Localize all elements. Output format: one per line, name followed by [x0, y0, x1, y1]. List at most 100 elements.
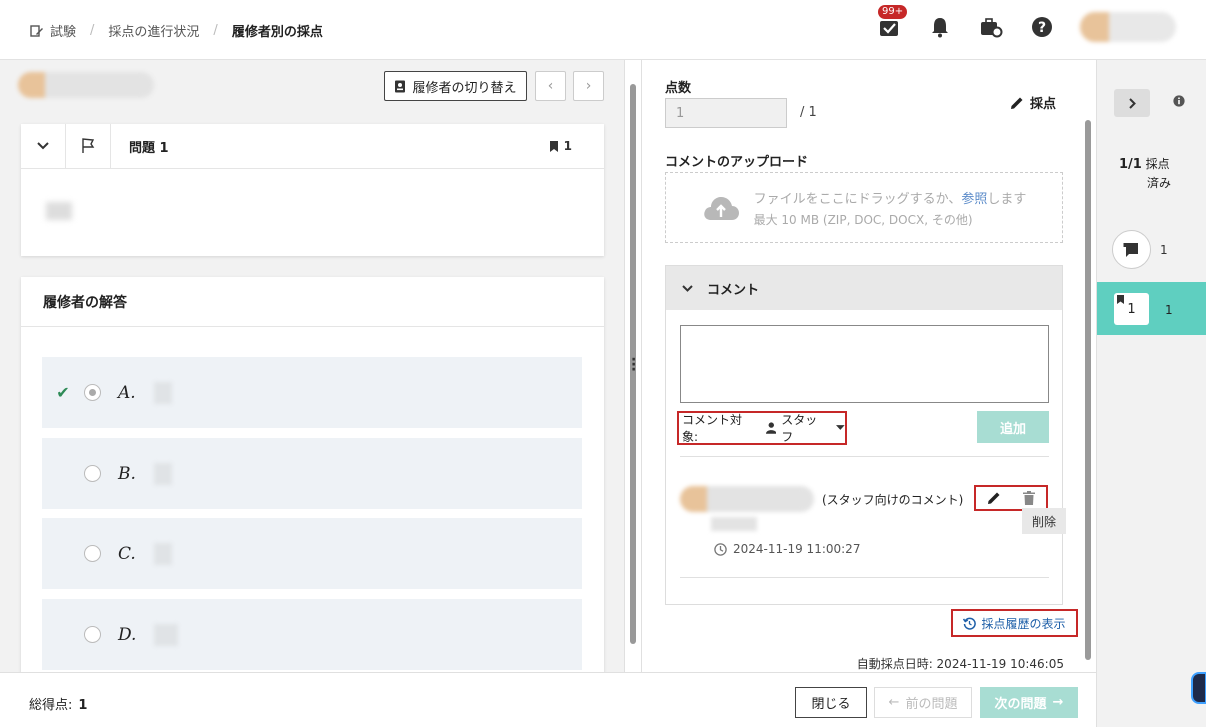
option-radio	[84, 545, 101, 562]
answer-option-b: B.	[42, 438, 582, 509]
answer-option-c: C.	[42, 518, 582, 589]
comments-count: 1	[1160, 243, 1168, 257]
option-text	[153, 542, 172, 565]
question-tile-count: 1	[1165, 303, 1173, 317]
grading-history-link[interactable]: 採点履歴の表示	[951, 609, 1078, 637]
previous-question-button[interactable]: ← 前の問題	[874, 687, 972, 718]
student-avatar	[18, 72, 154, 98]
collapse-question-button[interactable]	[21, 123, 66, 169]
footer-bar: 総得点: 1 閉じる ← 前の問題 次の問題 →	[0, 672, 1096, 727]
file-dropzone[interactable]: ファイルをここにドラッグするか、参照します 最大 10 MB (ZIP, DOC…	[665, 172, 1063, 243]
switch-student-button[interactable]: 履修者の切り替え	[384, 71, 527, 101]
history-icon	[963, 617, 977, 630]
chevron-left-icon: ‹	[547, 78, 554, 94]
bell-icon	[932, 18, 948, 38]
breadcrumb-current: 履修者別の採点	[231, 25, 323, 40]
floating-assistant-button[interactable]	[1191, 672, 1206, 704]
comment-body	[711, 517, 757, 531]
bookmark-icon	[549, 140, 558, 152]
svg-text:?: ?	[1038, 20, 1046, 36]
resize-handle-icon[interactable]: · · ·	[631, 353, 636, 377]
chevron-right-icon: ›	[585, 78, 592, 94]
help-button[interactable]: ?	[1029, 14, 1055, 40]
comment-audience-note: (スタッフ向けのコメント)	[822, 493, 964, 507]
breadcrumb-progress[interactable]: 採点の進行状況	[108, 21, 199, 40]
breadcrumb: 試験 / 採点の進行状況 / 履修者別の採点	[30, 21, 323, 40]
correct-check-icon: ✔	[56, 383, 70, 402]
next-question-button[interactable]: 次の問題 →	[980, 687, 1078, 718]
exam-edit-icon	[30, 24, 43, 37]
expand-navigator-button[interactable]	[1114, 89, 1150, 117]
bookmark-icon	[1117, 295, 1124, 304]
option-text	[153, 462, 172, 485]
chevron-down-icon	[682, 284, 693, 292]
arrow-right-icon: →	[1052, 695, 1064, 710]
checkbox-tray-icon	[880, 21, 898, 36]
option-radio	[84, 465, 101, 482]
comment-panel-header[interactable]: コメント	[666, 266, 1062, 310]
arrow-left-icon: ←	[888, 695, 900, 710]
top-header: 試験 / 採点の進行状況 / 履修者別の採点 99+ ?	[0, 0, 1206, 60]
pencil-icon	[1011, 97, 1023, 109]
toolbox-button[interactable]	[978, 14, 1004, 40]
divider	[680, 456, 1049, 457]
flag-question-button[interactable]	[66, 123, 111, 169]
delete-tooltip: 削除	[1022, 508, 1066, 534]
comment-scroll-icon	[1123, 242, 1138, 257]
question-navigator: 1/1 採点 済み 1 1 1	[1096, 60, 1206, 727]
commenter-avatar	[680, 486, 814, 512]
graded-count: 1/1 採点 済み	[1119, 157, 1172, 190]
question-card: 問題 1 1	[21, 123, 604, 256]
middle-scrollbar[interactable]	[1085, 120, 1091, 660]
auto-grade-time: 自動採点日時: 2024-11-19 10:46:05	[856, 657, 1064, 671]
upload-hint: 最大 10 MB (ZIP, DOC, DOCX, その他)	[753, 212, 973, 227]
answer-card-title: 履修者の解答	[21, 277, 604, 327]
answer-option-a: ✔ A.	[42, 357, 582, 428]
caret-down-icon	[836, 425, 845, 430]
notifications-button[interactable]	[927, 14, 953, 40]
chevron-right-icon	[1128, 97, 1136, 109]
chevron-down-icon	[37, 142, 49, 150]
comment-textarea[interactable]	[680, 325, 1049, 403]
briefcase-gear-icon	[981, 18, 1003, 38]
staff-person-icon	[765, 422, 777, 434]
cloud-upload-icon	[703, 196, 739, 220]
trash-icon[interactable]	[1023, 491, 1035, 505]
help-icon: ?	[1032, 17, 1052, 37]
comment-timestamp: 2024-11-19 11:00:27	[714, 542, 860, 556]
question-panel: 履修者の切り替え ‹ › 問題 1 1 履修者の解答 ✔ A. B. C. D.	[0, 60, 624, 672]
question-body	[46, 202, 72, 220]
close-button[interactable]: 閉じる	[795, 687, 867, 718]
total-score: 総得点: 1	[29, 698, 88, 713]
score-input[interactable]: 1	[665, 98, 787, 128]
upload-label: コメントのアップロード	[665, 155, 809, 170]
browse-link[interactable]: 参照	[961, 192, 987, 207]
user-avatar[interactable]	[1080, 12, 1176, 42]
previous-student-button[interactable]: ‹	[535, 71, 566, 101]
task-inbox-button[interactable]: 99+	[876, 5, 908, 40]
answer-card: 履修者の解答 ✔ A. B. C. D.	[21, 277, 604, 672]
clock-icon	[714, 542, 727, 556]
comment-target-select[interactable]: コメント対象: スタッフ	[677, 411, 847, 445]
option-text	[154, 623, 179, 646]
grade-button[interactable]: 採点	[1010, 93, 1056, 112]
edit-pencil-icon[interactable]	[987, 491, 1001, 505]
info-icon[interactable]	[1173, 95, 1185, 107]
answer-option-d: D.	[42, 599, 582, 670]
notification-badge: 99+	[878, 5, 908, 19]
add-comment-button[interactable]: 追加	[977, 411, 1049, 443]
question-bookmark: 1	[549, 139, 572, 153]
next-student-button[interactable]: ›	[573, 71, 604, 101]
question-tile-active[interactable]: 1 1	[1097, 282, 1206, 335]
id-card-icon	[395, 80, 406, 92]
question-title: 問題 1	[129, 140, 169, 156]
comments-filter-button[interactable]	[1112, 230, 1151, 269]
option-radio	[84, 626, 101, 643]
comment-panel: コメント コメント対象: スタッフ 追加 (スタッフ向けのコメント) 2024-…	[665, 265, 1063, 605]
divider	[680, 577, 1049, 578]
flag-icon	[82, 138, 95, 153]
question-tile[interactable]: 1	[1114, 293, 1149, 325]
breadcrumb-exam[interactable]: 試験	[50, 21, 76, 40]
option-text	[153, 381, 172, 404]
panel-splitter[interactable]: · · ·	[624, 60, 642, 672]
